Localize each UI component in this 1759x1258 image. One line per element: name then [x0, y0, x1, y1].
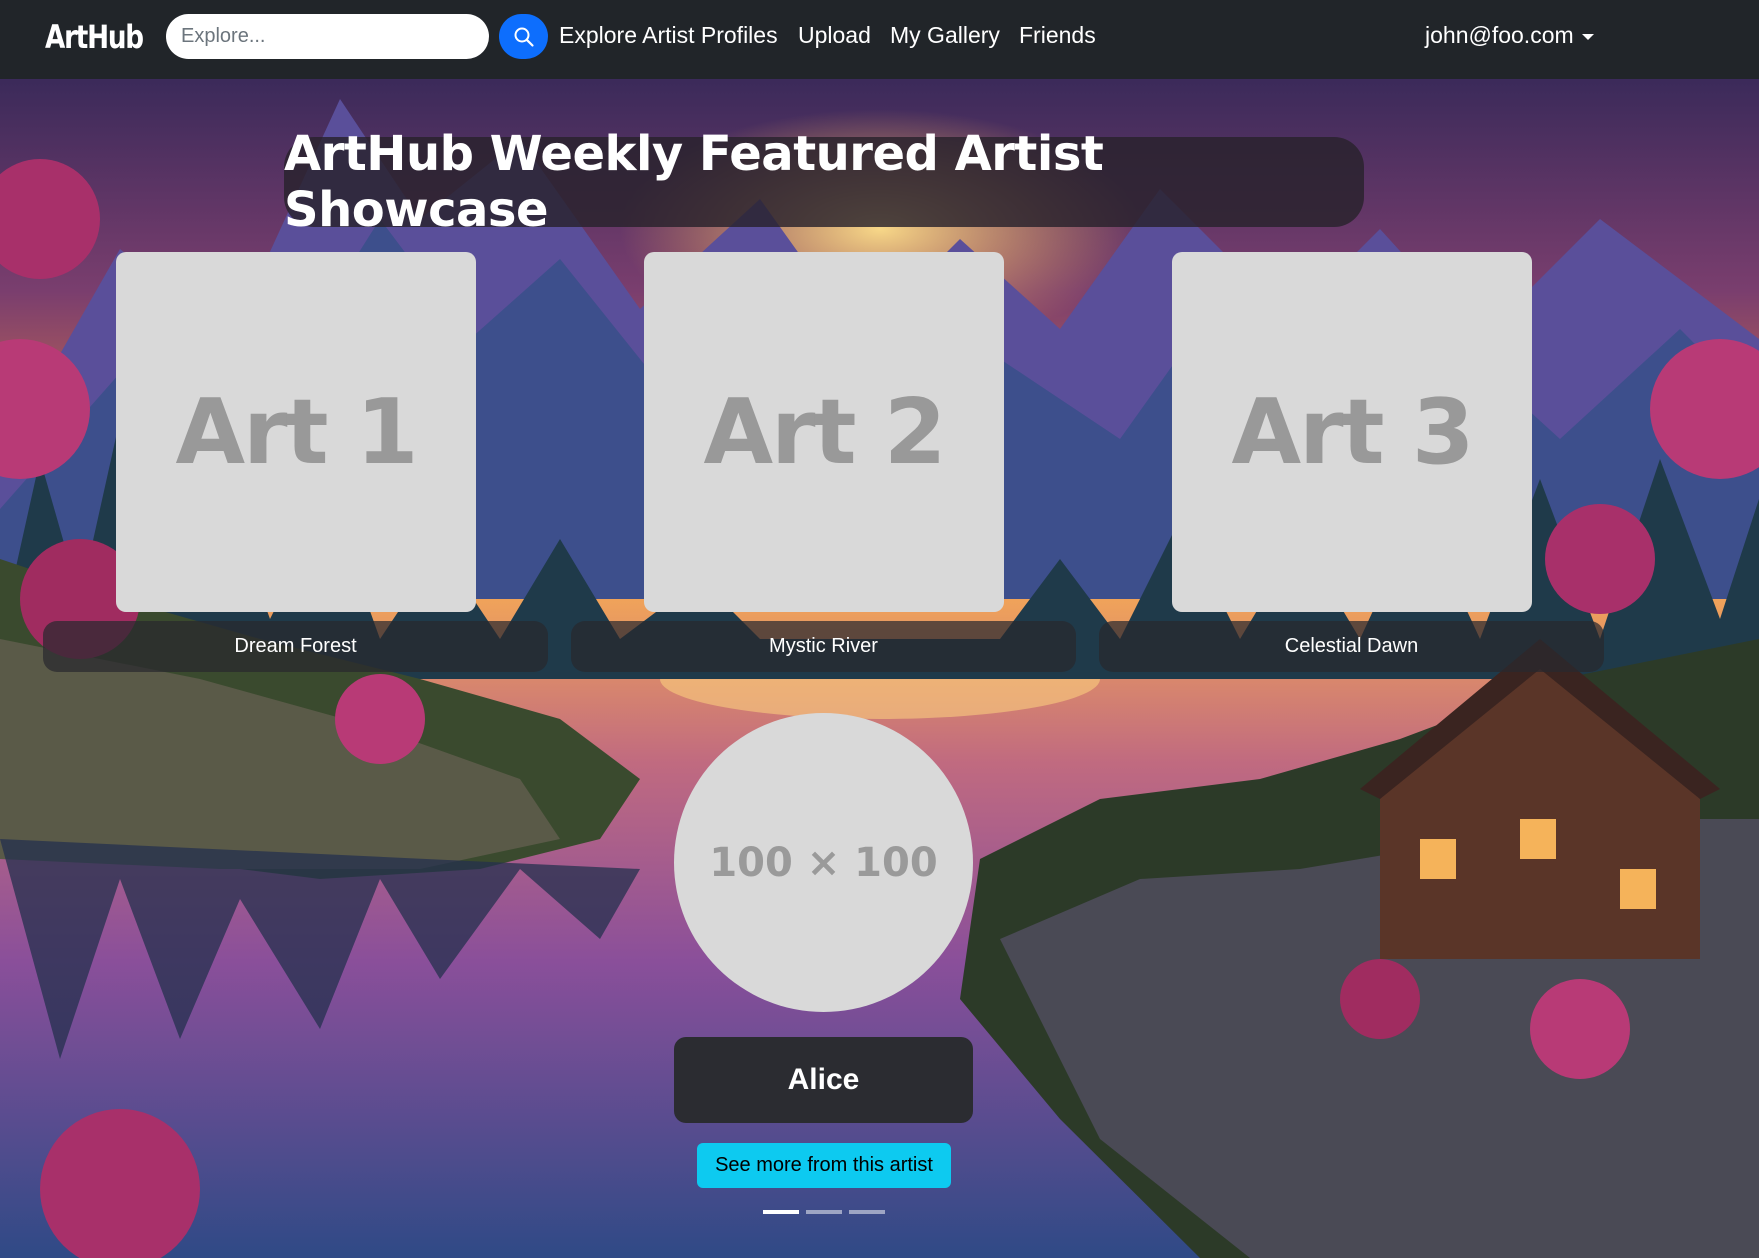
nav-link-my-gallery[interactable]: My Gallery — [890, 22, 1000, 49]
user-email: john@foo.com — [1425, 22, 1574, 48]
artwork-title-3: Celestial Dawn — [1099, 621, 1604, 672]
navbar: ArtHub Explore Artist Profiles Upload My… — [0, 0, 1759, 79]
see-more-from-artist-button[interactable]: See more from this artist — [697, 1143, 951, 1188]
search-input[interactable] — [166, 14, 489, 59]
nav-link-friends[interactable]: Friends — [1019, 22, 1096, 49]
artwork-image-2[interactable]: Art 2 — [644, 252, 1004, 612]
artwork-title-2: Mystic River — [571, 621, 1076, 672]
showcase-title: ArtHub Weekly Featured Artist Showcase — [284, 126, 1364, 238]
search-icon — [514, 27, 534, 47]
carousel-indicator-2[interactable] — [806, 1210, 842, 1214]
nav-link-upload[interactable]: Upload — [798, 22, 871, 49]
brand-logo[interactable]: ArtHub — [45, 18, 144, 56]
caret-down-icon — [1581, 33, 1594, 40]
artist-avatar: 100 × 100 — [674, 713, 973, 1012]
artwork-image-1[interactable]: Art 1 — [116, 252, 476, 612]
artist-name: Alice — [674, 1037, 973, 1123]
carousel-indicator-3[interactable] — [849, 1210, 885, 1214]
user-menu-dropdown[interactable]: john@foo.com — [1425, 22, 1594, 49]
carousel-indicator-1[interactable] — [763, 1210, 799, 1214]
search-button[interactable] — [499, 14, 548, 59]
nav-link-explore-artist-profiles[interactable]: Explore Artist Profiles — [559, 22, 778, 49]
artwork-image-3[interactable]: Art 3 — [1172, 252, 1532, 612]
artwork-title-1: Dream Forest — [43, 621, 548, 672]
